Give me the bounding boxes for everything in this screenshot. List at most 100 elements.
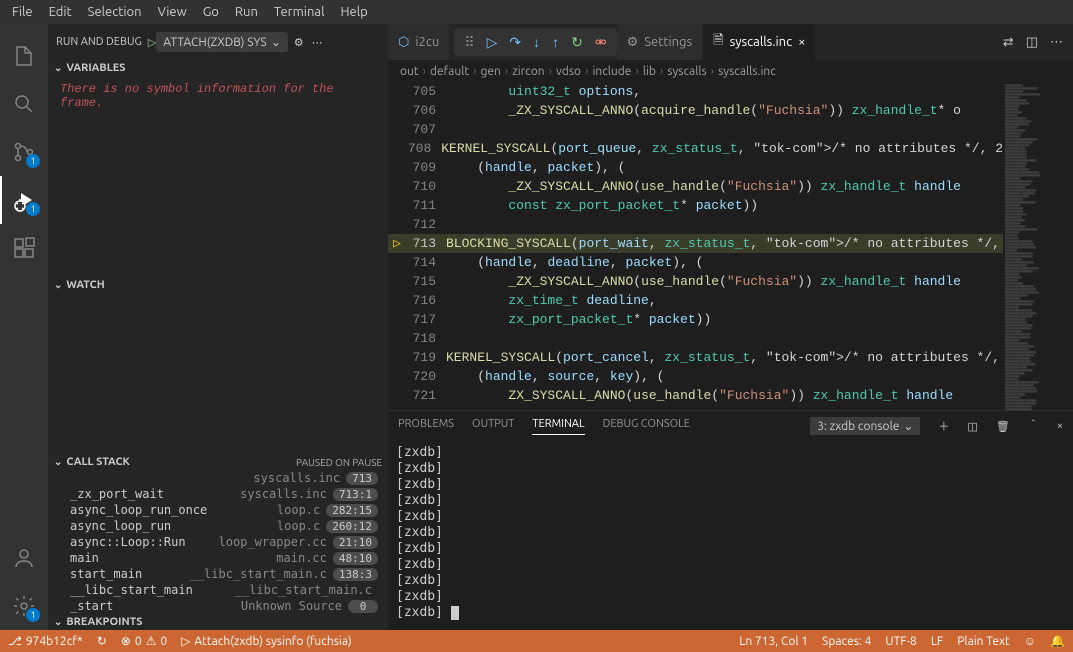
- scm-icon[interactable]: 1: [0, 128, 48, 176]
- language-status[interactable]: Plain Text: [957, 634, 1010, 648]
- start-debug-icon[interactable]: ▷: [148, 36, 156, 49]
- code-line[interactable]: 707: [388, 120, 1003, 139]
- code-line[interactable]: 711 const zx_port_packet_t* packet)): [388, 196, 1003, 215]
- tab-terminal[interactable]: TERMINAL: [532, 418, 584, 435]
- continue-icon[interactable]: ▷: [487, 34, 498, 51]
- code-line[interactable]: ▷713BLOCKING_SYSCALL(port_wait, zx_statu…: [388, 234, 1003, 253]
- new-terminal-icon[interactable]: ＋: [938, 418, 949, 434]
- terminal-select[interactable]: 3: zxdb console ⌄: [810, 417, 920, 435]
- stack-frame[interactable]: start_main__libc_start_main.c138:3: [48, 566, 388, 582]
- code-line[interactable]: 705 uint32_t options,: [388, 82, 1003, 101]
- code-line[interactable]: 718: [388, 329, 1003, 348]
- menu-selection[interactable]: Selection: [80, 5, 150, 19]
- stack-frame[interactable]: async::Loop::Runloop_wrapper.cc21:10: [48, 534, 388, 550]
- tab-syscalls[interactable]: 🗎syscalls.inc×: [703, 24, 816, 60]
- cursor-position[interactable]: Ln 713, Col 1: [739, 634, 808, 648]
- breadcrumb-item[interactable]: syscalls.inc: [718, 65, 776, 78]
- feedback-icon[interactable]: ☺: [1024, 634, 1036, 648]
- disconnect-icon[interactable]: ⚮: [595, 34, 607, 51]
- chevron-up-icon[interactable]: ＾: [1028, 418, 1039, 434]
- split-terminal-icon[interactable]: ◫: [967, 420, 977, 433]
- eol-status[interactable]: LF: [931, 634, 943, 648]
- code-line[interactable]: 717 zx_port_packet_t* packet)): [388, 310, 1003, 329]
- tab-i2cu[interactable]: ⬡i2cu: [388, 24, 450, 60]
- indent-status[interactable]: Spaces: 4: [822, 634, 871, 648]
- code-line[interactable]: 721 ZX_SYSCALL_ANNO(use_handle("Fuchsia"…: [388, 386, 1003, 405]
- breadcrumb-item[interactable]: gen: [480, 65, 500, 78]
- callstack-section[interactable]: ⌄CALL STACKPAUSED ON PAUSE: [48, 454, 388, 470]
- extensions-icon[interactable]: [0, 224, 48, 272]
- menu-run[interactable]: Run: [227, 5, 266, 19]
- stack-frame[interactable]: async_loop_runloop.c260:12: [48, 518, 388, 534]
- stack-frame[interactable]: _zx_port_waitsyscalls.inc713:1: [48, 486, 388, 502]
- stack-frame[interactable]: __libc_start_main__libc_start_main.c: [48, 582, 388, 598]
- menu-edit[interactable]: Edit: [41, 5, 80, 19]
- compare-icon[interactable]: ⇄: [1003, 35, 1014, 50]
- gear-icon[interactable]: ⚙: [294, 36, 304, 49]
- breadcrumb-item[interactable]: lib: [643, 65, 656, 78]
- code-line[interactable]: 714 (handle, deadline, packet), (: [388, 253, 1003, 272]
- menu-view[interactable]: View: [150, 5, 195, 19]
- breadcrumb-item[interactable]: out: [400, 65, 419, 78]
- more-icon[interactable]: ⋯: [1050, 35, 1063, 50]
- tab-problems[interactable]: PROBLEMS: [398, 418, 454, 434]
- terminal-body[interactable]: [zxdb][zxdb][zxdb][zxdb][zxdb][zxdb][zxd…: [388, 441, 1073, 630]
- menu-help[interactable]: Help: [332, 5, 375, 19]
- search-icon[interactable]: [0, 80, 48, 128]
- encoding-status[interactable]: UTF-8: [885, 634, 916, 648]
- trash-icon[interactable]: 🗑: [996, 420, 1010, 433]
- breadcrumb[interactable]: out›default›gen›zircon›vdso›include›lib›…: [388, 60, 1073, 82]
- editor-body[interactable]: 705 uint32_t options,706 _ZX_SYSCALL_ANN…: [388, 82, 1073, 410]
- code-line[interactable]: 709 (handle, packet), (: [388, 158, 1003, 177]
- stack-frame[interactable]: _startUnknown Source0: [48, 598, 388, 614]
- settings-icon[interactable]: 1: [0, 582, 48, 630]
- code-content[interactable]: 705 uint32_t options,706 _ZX_SYSCALL_ANN…: [388, 82, 1003, 410]
- close-panel-icon[interactable]: ×: [1057, 420, 1063, 432]
- sync-status[interactable]: ↻: [97, 634, 107, 648]
- menu-file[interactable]: File: [4, 5, 41, 19]
- bell-icon[interactable]: 🔔: [1050, 634, 1065, 648]
- tab-output[interactable]: OUTPUT: [472, 418, 514, 434]
- restart-icon[interactable]: ↻: [571, 34, 583, 51]
- debug-status[interactable]: ▷Attach(zxdb) sysinfo (fuchsia): [181, 634, 351, 648]
- step-into-icon[interactable]: ↓: [533, 34, 540, 50]
- breadcrumb-item[interactable]: vdso: [556, 65, 581, 78]
- code-line[interactable]: 712: [388, 215, 1003, 234]
- minimap[interactable]: ████████████████████████████████████████…: [1003, 82, 1073, 410]
- code-line[interactable]: 719KERNEL_SYSCALL(port_cancel, zx_status…: [388, 348, 1003, 367]
- code-line[interactable]: 706 _ZX_SYSCALL_ANNO(acquire_handle("Fuc…: [388, 101, 1003, 120]
- stack-frame[interactable]: syscalls.inc713: [48, 470, 388, 486]
- stack-frame[interactable]: mainmain.cc48:10: [48, 550, 388, 566]
- problems-status[interactable]: ⊗0 ⚠0: [121, 634, 167, 648]
- menu-terminal[interactable]: Terminal: [266, 5, 333, 19]
- code-line[interactable]: 708KERNEL_SYSCALL(port_queue, zx_status_…: [388, 139, 1003, 158]
- stack-frame[interactable]: async_loop_run_onceloop.c282:15: [48, 502, 388, 518]
- code-line[interactable]: 720 (handle, source, key), (: [388, 367, 1003, 386]
- breadcrumb-item[interactable]: default: [430, 65, 469, 78]
- breadcrumb-item[interactable]: zircon: [512, 65, 544, 78]
- watch-section[interactable]: ⌄WATCH: [48, 277, 388, 293]
- execution-pointer-icon: [388, 82, 406, 101]
- more-icon[interactable]: ⋯: [312, 36, 323, 49]
- step-over-icon[interactable]: ↷: [509, 34, 521, 51]
- breakpoints-section[interactable]: ⌄BREAKPOINTS: [48, 614, 388, 630]
- drag-handle-icon[interactable]: ⠿: [464, 34, 474, 51]
- explorer-icon[interactable]: [0, 32, 48, 80]
- tab-debug-console[interactable]: DEBUG CONSOLE: [603, 418, 690, 434]
- breadcrumb-item[interactable]: include: [592, 65, 631, 78]
- variables-section[interactable]: ⌄VARIABLES: [48, 60, 388, 76]
- close-icon[interactable]: ×: [798, 35, 805, 49]
- accounts-icon[interactable]: [0, 534, 48, 582]
- menu-go[interactable]: Go: [195, 5, 227, 19]
- step-out-icon[interactable]: ↑: [552, 34, 559, 50]
- code-line[interactable]: 710 _ZX_SYSCALL_ANNO(use_handle("Fuchsia…: [388, 177, 1003, 196]
- code-line[interactable]: 716 zx_time_t deadline,: [388, 291, 1003, 310]
- debug-icon[interactable]: 1: [0, 176, 48, 224]
- launch-config-select[interactable]: Attach(zxdb) sys ⌄: [156, 32, 288, 52]
- split-icon[interactable]: ◫: [1026, 35, 1038, 50]
- code-line[interactable]: 715 _ZX_SYSCALL_ANNO(use_handle("Fuchsia…: [388, 272, 1003, 291]
- branch-status[interactable]: ⎇974b12cf*: [8, 634, 83, 648]
- tab-settings[interactable]: ⚙Settings: [617, 24, 704, 60]
- breadcrumb-item[interactable]: syscalls: [667, 65, 706, 78]
- terminal-line: [zxdb]: [396, 477, 1065, 493]
